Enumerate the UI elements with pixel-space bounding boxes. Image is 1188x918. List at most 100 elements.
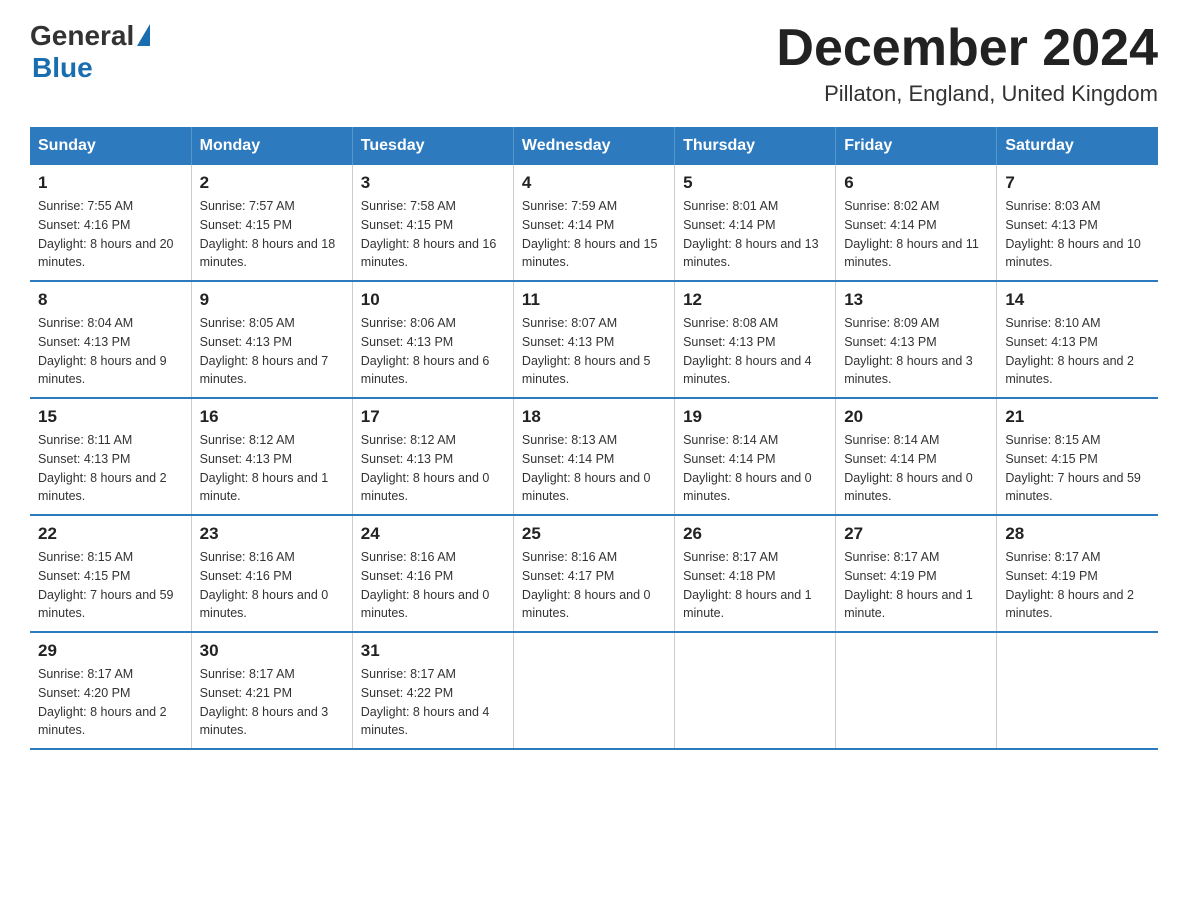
calendar-cell: 21Sunrise: 8:15 AMSunset: 4:15 PMDayligh… bbox=[997, 398, 1158, 515]
page-header: General Blue December 2024 Pillaton, Eng… bbox=[30, 20, 1158, 107]
day-info: Sunrise: 8:12 AMSunset: 4:13 PMDaylight:… bbox=[200, 431, 344, 506]
day-number: 5 bbox=[683, 173, 827, 193]
day-number: 23 bbox=[200, 524, 344, 544]
calendar-cell: 4 Sunrise: 7:59 AMSunset: 4:14 PMDaylight… bbox=[513, 165, 674, 281]
day-info: Sunrise: 8:01 AMSunset: 4:14 PMDaylight:… bbox=[683, 197, 827, 272]
day-number: 24 bbox=[361, 524, 505, 544]
calendar-header-wednesday: Wednesday bbox=[513, 127, 674, 165]
day-number: 3 bbox=[361, 173, 505, 193]
calendar-header-saturday: Saturday bbox=[997, 127, 1158, 165]
calendar-cell: 17Sunrise: 8:12 AMSunset: 4:13 PMDayligh… bbox=[352, 398, 513, 515]
day-number: 16 bbox=[200, 407, 344, 427]
calendar-cell: 26Sunrise: 8:17 AMSunset: 4:18 PMDayligh… bbox=[675, 515, 836, 632]
calendar-cell: 2 Sunrise: 7:57 AMSunset: 4:15 PMDaylight… bbox=[191, 165, 352, 281]
day-info: Sunrise: 8:08 AMSunset: 4:13 PMDaylight:… bbox=[683, 314, 827, 389]
calendar-cell: 7 Sunrise: 8:03 AMSunset: 4:13 PMDaylight… bbox=[997, 165, 1158, 281]
day-info: Sunrise: 8:17 AMSunset: 4:21 PMDaylight:… bbox=[200, 665, 344, 740]
day-info: Sunrise: 8:17 AMSunset: 4:19 PMDaylight:… bbox=[1005, 548, 1150, 623]
calendar-header-thursday: Thursday bbox=[675, 127, 836, 165]
day-number: 15 bbox=[38, 407, 183, 427]
day-info: Sunrise: 8:16 AMSunset: 4:17 PMDaylight:… bbox=[522, 548, 666, 623]
day-number: 29 bbox=[38, 641, 183, 661]
day-number: 20 bbox=[844, 407, 988, 427]
day-info: Sunrise: 8:11 AMSunset: 4:13 PMDaylight:… bbox=[38, 431, 183, 506]
day-info: Sunrise: 8:17 AMSunset: 4:22 PMDaylight:… bbox=[361, 665, 505, 740]
calendar-cell: 13Sunrise: 8:09 AMSunset: 4:13 PMDayligh… bbox=[836, 281, 997, 398]
calendar-header-row: SundayMondayTuesdayWednesdayThursdayFrid… bbox=[30, 127, 1158, 165]
day-info: Sunrise: 8:17 AMSunset: 4:18 PMDaylight:… bbox=[683, 548, 827, 623]
calendar-week-row: 8 Sunrise: 8:04 AMSunset: 4:13 PMDaylight… bbox=[30, 281, 1158, 398]
day-number: 28 bbox=[1005, 524, 1150, 544]
day-info: Sunrise: 8:15 AMSunset: 4:15 PMDaylight:… bbox=[1005, 431, 1150, 506]
calendar-table: SundayMondayTuesdayWednesdayThursdayFrid… bbox=[30, 127, 1158, 750]
calendar-cell: 10Sunrise: 8:06 AMSunset: 4:13 PMDayligh… bbox=[352, 281, 513, 398]
day-info: Sunrise: 8:14 AMSunset: 4:14 PMDaylight:… bbox=[683, 431, 827, 506]
calendar-cell: 28 Sunrise: 8:17 AMSunset: 4:19 PMDayligh… bbox=[997, 515, 1158, 632]
calendar-cell: 15 Sunrise: 8:11 AMSunset: 4:13 PMDayligh… bbox=[30, 398, 191, 515]
page-title: December 2024 bbox=[776, 20, 1158, 77]
day-number: 2 bbox=[200, 173, 344, 193]
day-number: 8 bbox=[38, 290, 183, 310]
day-info: Sunrise: 8:07 AMSunset: 4:13 PMDaylight:… bbox=[522, 314, 666, 389]
title-block: December 2024 Pillaton, England, United … bbox=[776, 20, 1158, 107]
calendar-body: 1 Sunrise: 7:55 AMSunset: 4:16 PMDaylight… bbox=[30, 165, 1158, 749]
day-number: 9 bbox=[200, 290, 344, 310]
day-number: 27 bbox=[844, 524, 988, 544]
day-info: Sunrise: 8:06 AMSunset: 4:13 PMDaylight:… bbox=[361, 314, 505, 389]
day-info: Sunrise: 8:16 AMSunset: 4:16 PMDaylight:… bbox=[361, 548, 505, 623]
day-info: Sunrise: 7:57 AMSunset: 4:15 PMDaylight:… bbox=[200, 197, 344, 272]
day-number: 22 bbox=[38, 524, 183, 544]
day-info: Sunrise: 8:17 AMSunset: 4:20 PMDaylight:… bbox=[38, 665, 183, 740]
day-info: Sunrise: 8:05 AMSunset: 4:13 PMDaylight:… bbox=[200, 314, 344, 389]
calendar-header-tuesday: Tuesday bbox=[352, 127, 513, 165]
calendar-cell bbox=[513, 632, 674, 749]
day-info: Sunrise: 8:10 AMSunset: 4:13 PMDaylight:… bbox=[1005, 314, 1150, 389]
logo-triangle-icon bbox=[137, 24, 150, 46]
calendar-header-monday: Monday bbox=[191, 127, 352, 165]
calendar-cell: 1 Sunrise: 7:55 AMSunset: 4:16 PMDaylight… bbox=[30, 165, 191, 281]
day-info: Sunrise: 7:55 AMSunset: 4:16 PMDaylight:… bbox=[38, 197, 183, 272]
calendar-cell: 11Sunrise: 8:07 AMSunset: 4:13 PMDayligh… bbox=[513, 281, 674, 398]
calendar-week-row: 22 Sunrise: 8:15 AMSunset: 4:15 PMDayligh… bbox=[30, 515, 1158, 632]
calendar-cell: 18Sunrise: 8:13 AMSunset: 4:14 PMDayligh… bbox=[513, 398, 674, 515]
calendar-cell: 24 Sunrise: 8:16 AMSunset: 4:16 PMDayligh… bbox=[352, 515, 513, 632]
day-info: Sunrise: 8:03 AMSunset: 4:13 PMDaylight:… bbox=[1005, 197, 1150, 272]
calendar-cell: 30Sunrise: 8:17 AMSunset: 4:21 PMDayligh… bbox=[191, 632, 352, 749]
logo-general-text: General bbox=[30, 20, 134, 52]
calendar-cell: 22 Sunrise: 8:15 AMSunset: 4:15 PMDayligh… bbox=[30, 515, 191, 632]
calendar-cell: 9 Sunrise: 8:05 AMSunset: 4:13 PMDaylight… bbox=[191, 281, 352, 398]
day-info: Sunrise: 8:13 AMSunset: 4:14 PMDaylight:… bbox=[522, 431, 666, 506]
day-info: Sunrise: 8:02 AMSunset: 4:14 PMDaylight:… bbox=[844, 197, 988, 272]
day-number: 1 bbox=[38, 173, 183, 193]
day-number: 31 bbox=[361, 641, 505, 661]
day-number: 14 bbox=[1005, 290, 1150, 310]
calendar-cell: 19 Sunrise: 8:14 AMSunset: 4:14 PMDayligh… bbox=[675, 398, 836, 515]
day-number: 7 bbox=[1005, 173, 1150, 193]
day-number: 17 bbox=[361, 407, 505, 427]
day-number: 19 bbox=[683, 407, 827, 427]
calendar-cell: 6 Sunrise: 8:02 AMSunset: 4:14 PMDaylight… bbox=[836, 165, 997, 281]
day-info: Sunrise: 8:09 AMSunset: 4:13 PMDaylight:… bbox=[844, 314, 988, 389]
calendar-cell: 29 Sunrise: 8:17 AMSunset: 4:20 PMDayligh… bbox=[30, 632, 191, 749]
day-info: Sunrise: 7:59 AMSunset: 4:14 PMDaylight:… bbox=[522, 197, 666, 272]
calendar-cell: 8 Sunrise: 8:04 AMSunset: 4:13 PMDaylight… bbox=[30, 281, 191, 398]
day-number: 12 bbox=[683, 290, 827, 310]
calendar-cell: 31 Sunrise: 8:17 AMSunset: 4:22 PMDayligh… bbox=[352, 632, 513, 749]
day-number: 4 bbox=[522, 173, 666, 193]
day-info: Sunrise: 8:04 AMSunset: 4:13 PMDaylight:… bbox=[38, 314, 183, 389]
page-location: Pillaton, England, United Kingdom bbox=[776, 81, 1158, 107]
day-number: 6 bbox=[844, 173, 988, 193]
calendar-cell: 3Sunrise: 7:58 AMSunset: 4:15 PMDaylight… bbox=[352, 165, 513, 281]
calendar-cell: 25Sunrise: 8:16 AMSunset: 4:17 PMDayligh… bbox=[513, 515, 674, 632]
day-info: Sunrise: 8:15 AMSunset: 4:15 PMDaylight:… bbox=[38, 548, 183, 623]
calendar-cell: 14 Sunrise: 8:10 AMSunset: 4:13 PMDayligh… bbox=[997, 281, 1158, 398]
calendar-cell: 27Sunrise: 8:17 AMSunset: 4:19 PMDayligh… bbox=[836, 515, 997, 632]
calendar-cell: 20 Sunrise: 8:14 AMSunset: 4:14 PMDayligh… bbox=[836, 398, 997, 515]
calendar-header-friday: Friday bbox=[836, 127, 997, 165]
calendar-cell: 16 Sunrise: 8:12 AMSunset: 4:13 PMDayligh… bbox=[191, 398, 352, 515]
logo: General Blue bbox=[30, 20, 150, 84]
calendar-week-row: 1 Sunrise: 7:55 AMSunset: 4:16 PMDaylight… bbox=[30, 165, 1158, 281]
day-info: Sunrise: 8:14 AMSunset: 4:14 PMDaylight:… bbox=[844, 431, 988, 506]
calendar-cell bbox=[836, 632, 997, 749]
calendar-cell bbox=[675, 632, 836, 749]
